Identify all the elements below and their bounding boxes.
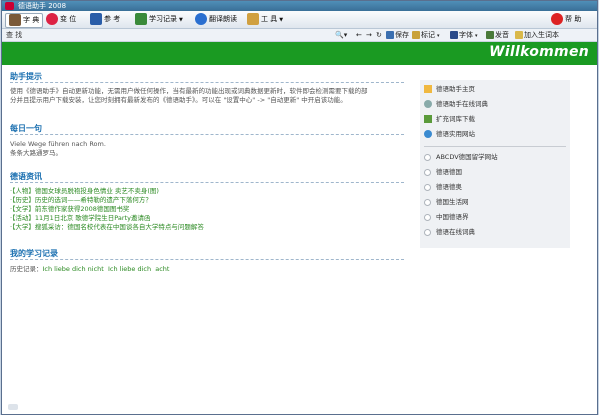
banner-text: Willkommen (489, 44, 589, 60)
history-word-link[interactable]: acht (155, 265, 169, 273)
save-icon (386, 31, 394, 39)
sidebar-link-online-dict[interactable]: 德语助手在线词典 (424, 99, 488, 110)
pronounce-icon (486, 31, 494, 39)
news-item[interactable]: ·【人物】德国女球员脱袍投身色情业 卖艺不卖身(图) (10, 187, 159, 196)
search-bar: 查 找 🔍▾ ← → ↻ 保存 标记 ▾ 字体 ▾ 发音 加入生词本 (2, 29, 597, 42)
download-icon (424, 115, 432, 123)
sidebar-site-option[interactable]: 中国德语界 (424, 212, 469, 223)
search-label: 查 找 (6, 31, 23, 39)
add-vocab-button[interactable]: 加入生词本 (515, 29, 559, 41)
history-word-link[interactable]: Ich liebe dich nicht (43, 265, 104, 273)
home-icon (424, 85, 432, 93)
sidebar-site-option[interactable]: 德语德国 (424, 167, 462, 178)
dictionary-icon (9, 14, 21, 26)
toolbar-reference-button[interactable]: 参 考 (90, 13, 120, 26)
back-icon[interactable]: ← (356, 29, 362, 41)
sidebar-link-homepage[interactable]: 德语助手主页 (424, 84, 475, 95)
bookmark-icon (412, 31, 420, 39)
history-word-link[interactable]: Ich liebe dich (108, 265, 151, 273)
divider (10, 182, 404, 183)
daily-chinese: 条条大路通罗马。 (10, 149, 62, 157)
study-record-icon (135, 13, 147, 25)
daily-german: Viele Wege führen nach Rom. (10, 140, 106, 148)
radio-icon (424, 213, 431, 221)
search-icon (424, 100, 432, 108)
tips-line-1: 使用《德语助手》自动更新功能，无需用户做任何操作，当有最新的功能出现或词典数据更… (10, 87, 368, 95)
study-title: 我的学习记录 (10, 249, 58, 258)
divider (10, 134, 404, 135)
globe-icon (424, 130, 432, 138)
search-icon[interactable]: 🔍▾ (335, 29, 347, 41)
news-item[interactable]: ·【活动】11月1日北京 歌德学院生日Party邀请函 (10, 214, 150, 223)
toolbar-translate-button[interactable]: 翻译朗读 (195, 13, 237, 26)
news-item[interactable]: ·【文学】前东德作家获得2008德国图书奖 (10, 205, 129, 214)
app-window: 德语助手 2008 字 典 变 位 参 考 学习记录 ▼ 翻译朗读 工 具 ▼ 帮 … (1, 0, 598, 415)
title-bar: 德语助手 2008 (2, 1, 597, 11)
pronounce-button[interactable]: 发音 (486, 29, 509, 41)
daily-title: 每日一句 (10, 124, 42, 133)
toolbar-study-record-button[interactable]: 学习记录 ▼ (135, 13, 183, 26)
tips-line-2: 分并且提示用户下载安装，让您时刻拥有最新发布的《德语助手》。可以在 "设置中心"… (10, 96, 347, 104)
font-icon (450, 31, 458, 39)
app-logo-icon (5, 2, 14, 10)
sidebar: 德语助手主页 德语助手在线词典 扩充词库下载 德语实用网站 ABCDV德国留学网… (420, 80, 570, 248)
tools-icon (247, 13, 259, 25)
chevron-down-icon: ▼ (179, 17, 183, 23)
conjugation-icon (46, 13, 58, 25)
sidebar-site-option[interactable]: 德国生活网 (424, 197, 469, 208)
reference-icon (90, 13, 102, 25)
toolbar-dictionary-button[interactable]: 字 典 (5, 13, 44, 28)
news-item[interactable]: ·【大学】搜狐采访：德国名校代表在中国谈各自大学特点与问题解答 (10, 223, 204, 232)
radio-icon (424, 153, 431, 161)
divider (10, 259, 404, 260)
radio-icon (424, 168, 431, 176)
status-grip (8, 404, 18, 410)
toolbar-tools-button[interactable]: 工 具 ▼ (247, 13, 283, 26)
bookmark-button[interactable]: 标记 ▾ (412, 29, 440, 42)
divider (10, 82, 404, 83)
sidebar-site-option[interactable]: 德语德奥 (424, 182, 462, 193)
news-title: 德语资讯 (10, 172, 42, 181)
main-toolbar: 字 典 变 位 参 考 学习记录 ▼ 翻译朗读 工 具 ▼ 帮 助 (2, 11, 597, 29)
font-button[interactable]: 字体 ▾ (450, 29, 478, 42)
translate-read-icon (195, 13, 207, 25)
news-item[interactable]: ·【历史】历史的选词——希特勒的遗产下落何方？ (10, 196, 152, 205)
add-vocab-icon (515, 31, 523, 39)
sidebar-link-websites[interactable]: 德语实用网站 (424, 129, 475, 140)
radio-icon (424, 228, 431, 236)
welcome-banner: Willkommen (2, 42, 597, 65)
toolbar-conjugation-button[interactable]: 变 位 (46, 13, 76, 26)
sidebar-link-download[interactable]: 扩充词库下载 (424, 114, 475, 125)
refresh-icon[interactable]: ↻ (376, 29, 382, 41)
radio-icon (424, 198, 431, 206)
sidebar-site-option[interactable]: ABCDV德国留学网站 (424, 152, 498, 163)
forward-icon[interactable]: → (366, 29, 372, 41)
chevron-down-icon: ▼ (279, 17, 284, 23)
window-title: 德语助手 2008 (18, 2, 67, 10)
divider (424, 146, 566, 147)
study-history: 历史记录：Ich liebe dich nicht Ich liebe dich… (10, 265, 404, 274)
help-icon (551, 13, 563, 25)
radio-icon (424, 183, 431, 191)
study-history-label: 历史记录： (10, 265, 43, 273)
tips-title: 助手提示 (10, 72, 42, 81)
save-button[interactable]: 保存 (386, 29, 409, 41)
help-button[interactable]: 帮 助 (551, 13, 581, 26)
sidebar-site-option[interactable]: 德语在线词典 (424, 227, 475, 238)
